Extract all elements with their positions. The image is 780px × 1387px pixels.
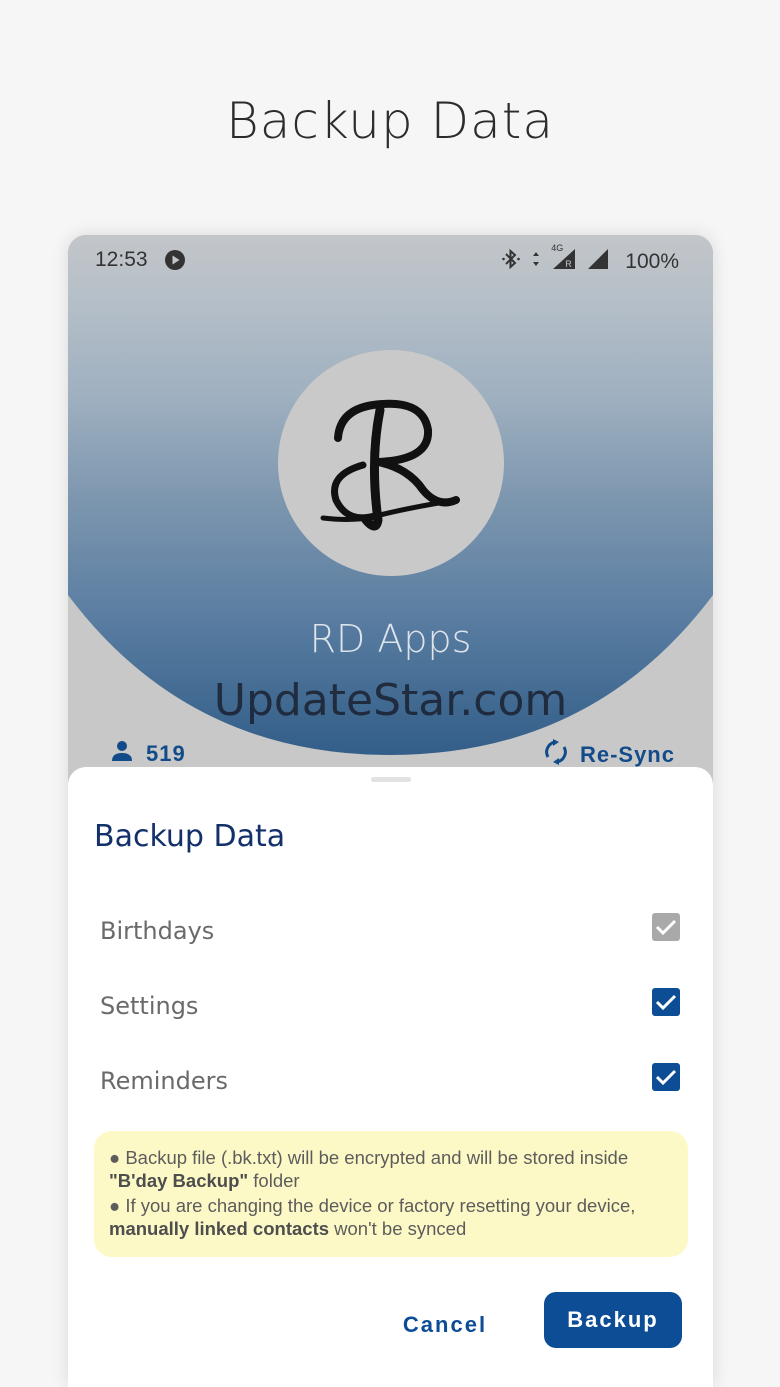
- option-reminders[interactable]: Reminders: [100, 1063, 680, 1103]
- info-note: ● Backup file (.bk.txt) will be encrypte…: [94, 1131, 688, 1257]
- option-birthdays[interactable]: Birthdays: [100, 913, 680, 953]
- check-icon: [655, 994, 677, 1011]
- option-label: Reminders: [100, 1067, 228, 1095]
- birthdays-checkbox[interactable]: [652, 913, 680, 941]
- status-bar: 12:53 4G R 100%: [68, 235, 713, 283]
- status-icons: 4G R 100%: [501, 243, 679, 277]
- option-label: Birthdays: [100, 917, 215, 945]
- info-line-3: ● If you are changing the device or fact…: [109, 1195, 636, 1216]
- app-name: RD Apps: [309, 617, 472, 661]
- dialog-title: Backup Data: [94, 819, 286, 854]
- drag-handle[interactable]: [371, 777, 411, 782]
- play-icon: [164, 249, 186, 277]
- info-line-4: manually linked contacts won't be synced: [109, 1218, 466, 1240]
- check-icon: [655, 1069, 677, 1086]
- option-label: Settings: [100, 992, 199, 1020]
- signal-icon: [587, 248, 609, 276]
- watermark-text: UpdateStar.com: [213, 675, 568, 726]
- option-settings[interactable]: Settings: [100, 988, 680, 1028]
- info-line-2: "B'day Backup" folder: [109, 1170, 300, 1192]
- check-icon: [655, 919, 677, 936]
- contacts-count-value: 519: [146, 741, 186, 766]
- cancel-button[interactable]: Cancel: [390, 1303, 500, 1347]
- backup-folder-name: "B'day Backup": [109, 1170, 249, 1191]
- reminders-checkbox[interactable]: [652, 1063, 680, 1091]
- signal-4g-icon: 4G R: [551, 243, 577, 277]
- bluetooth-icon: [501, 248, 521, 276]
- app-logo: [278, 350, 504, 576]
- contacts-count: 519: [110, 739, 186, 769]
- info-line-4-rest: won't be synced: [329, 1218, 467, 1239]
- page-title: Backup Data: [226, 92, 554, 150]
- settings-checkbox[interactable]: [652, 988, 680, 1016]
- backup-bottom-sheet: Backup Data Birthdays Settings Reminders…: [68, 767, 713, 1387]
- phone-screen: 12:53 4G R 100% RD Apps UpdateStar.com 5…: [68, 235, 713, 1387]
- linked-contacts-note: manually linked contacts: [109, 1218, 330, 1239]
- backup-button[interactable]: Backup: [544, 1292, 682, 1348]
- info-line-1: ● Backup file (.bk.txt) will be encrypte…: [109, 1147, 629, 1168]
- roaming-indicator: R: [565, 259, 572, 269]
- status-time: 12:53: [95, 248, 148, 271]
- rd-logo-icon: [320, 399, 460, 531]
- resync-label: Re-Sync: [579, 742, 675, 767]
- person-icon: [110, 739, 134, 769]
- battery-percent: 100%: [625, 250, 679, 273]
- info-line-2-rest: folder: [248, 1170, 300, 1191]
- network-type: 4G: [551, 243, 564, 253]
- data-arrows-icon: [531, 249, 541, 275]
